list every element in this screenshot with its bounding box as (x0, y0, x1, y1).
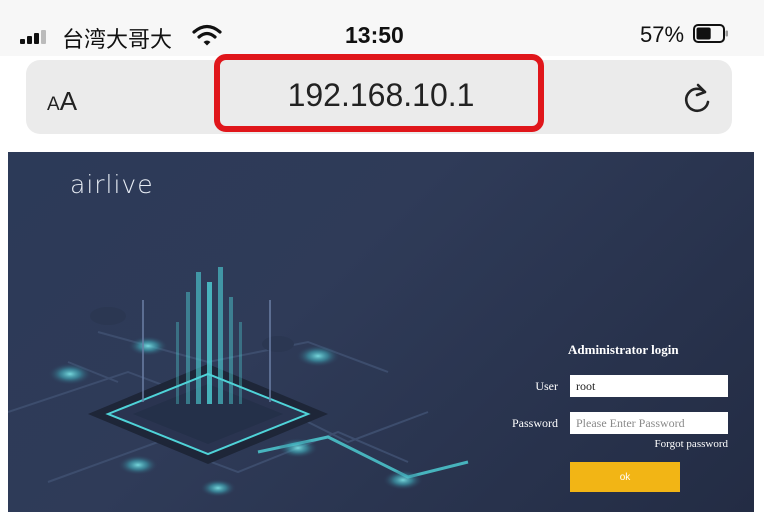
clock: 13:50 (345, 22, 404, 48)
airlive-logo: airlive (70, 170, 154, 199)
signal-icon (20, 30, 54, 44)
user-label: User (535, 379, 558, 393)
login-title: Administrator login (568, 342, 679, 357)
wifi-icon (192, 24, 222, 46)
reload-icon[interactable] (680, 82, 714, 116)
router-login-page: airlive Administrator login User root Pa… (8, 152, 754, 512)
battery-percent: 57% (640, 22, 685, 47)
carrier-name: 台湾大哥大 (62, 28, 173, 53)
ok-button[interactable]: ok (570, 462, 680, 492)
text-size-button[interactable]: AA (47, 86, 77, 117)
password-input[interactable] (570, 412, 728, 434)
battery-icon (693, 24, 728, 43)
network-chip-illustration (8, 267, 469, 497)
forgot-password-link[interactable]: Forgot password (608, 438, 728, 450)
url-highlight-box (214, 54, 544, 132)
status-bar: 台湾大哥大 13:50 57% (0, 0, 764, 56)
password-label: Password (511, 416, 558, 430)
user-input[interactable] (570, 375, 728, 397)
